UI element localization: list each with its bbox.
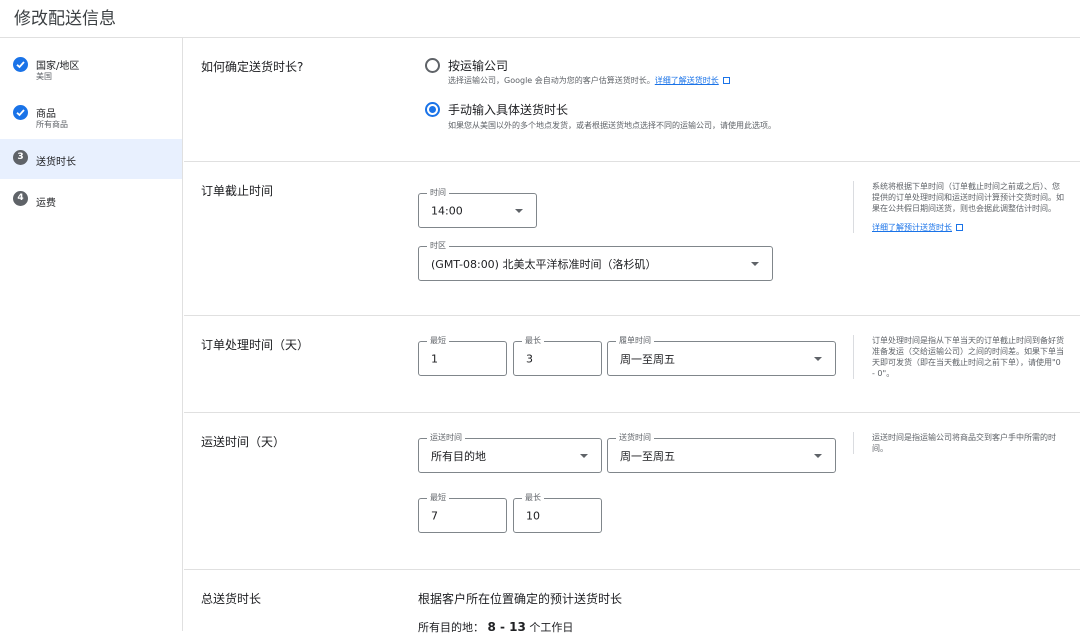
chevron-down-icon <box>814 453 822 458</box>
help-text: 系统将根据下单时间（订单截止时间之前或之后）、您提供的订单处理时间和运送时间计算… <box>853 181 1065 233</box>
help-text: 运送时间是指运输公司将商品交到客户手中所需的时间。 <box>853 432 1065 454</box>
step-label: 运费 <box>36 198 56 209</box>
destination-select[interactable]: 运送时间 所有目的地 <box>418 433 602 473</box>
section-total: 总送货时长 根据客户所在位置确定的预计送货时长 所有目的地： 8 - 13 个工… <box>184 570 1080 634</box>
total-description: 根据客户所在位置确定的预计送货时长 <box>418 592 623 606</box>
learn-more-link[interactable]: 详细了解送货时长 <box>655 76 719 85</box>
handling-min-input[interactable]: 最短 1 <box>418 336 507 376</box>
fulfillment-days-select[interactable]: 履单时间 周一至周五 <box>607 336 836 376</box>
chevron-down-icon <box>814 356 822 361</box>
section-title: 运送时间（天） <box>201 435 286 449</box>
learn-more-link[interactable]: 详细了解预计送货时长 <box>872 222 1065 233</box>
step-country[interactable]: 国家/地区 美国 <box>0 46 182 86</box>
step-delivery-time[interactable]: 3 送货时长 <box>0 139 182 179</box>
section-title: 如何确定送货时长? <box>201 60 304 74</box>
chevron-down-icon <box>751 261 759 266</box>
radio-label: 按运输公司 <box>448 59 509 73</box>
step-sublabel: 所有商品 <box>36 120 68 129</box>
check-circle-icon <box>13 57 28 72</box>
help-text: 订单处理时间是指从下单当天的订单截止时间到备好货准备发运（交给运输公司）之间的时… <box>853 335 1065 379</box>
step-products[interactable]: 商品 所有商品 <box>0 94 182 134</box>
section-handling: 订单处理时间（天） 最短 1 最长 3 履单时间 周一至周五 订单处理时间是指从… <box>184 316 1080 413</box>
external-link-icon <box>956 224 963 231</box>
section-title: 订单处理时间（天） <box>201 338 310 352</box>
section-title: 订单截止时间 <box>201 184 274 198</box>
transit-days-select[interactable]: 送货时间 周一至周五 <box>607 433 836 473</box>
section-transit: 运送时间（天） 运送时间 所有目的地 送货时间 周一至周五 最短 7 最长 10… <box>184 413 1080 570</box>
radio-label: 手动输入具体送货时长 <box>448 103 569 117</box>
radio-description: 如果您从美国以外的多个地点发货，或者根据送货地点选择不同的运输公司，请使用此选项… <box>448 121 776 130</box>
chevron-down-icon <box>580 453 588 458</box>
step-sublabel: 美国 <box>36 72 52 81</box>
section-cutoff: 订单截止时间 时间 14:00 时区 (GMT-08:00) 北美太平洋标准时间… <box>184 162 1080 316</box>
time-select[interactable]: 时间 14:00 <box>418 188 537 228</box>
transit-max-input[interactable]: 最长 10 <box>513 493 602 533</box>
step-sidebar: 国家/地区 美国 商品 所有商品 3 送货时长 4 运费 <box>0 38 183 631</box>
check-circle-icon <box>13 105 28 120</box>
radio-manual[interactable] <box>425 102 440 117</box>
total-estimate: 所有目的地： 8 - 13 个工作日 <box>418 620 574 634</box>
radio-description: 选择运输公司，Google 会自动为您的客户估算送货时长。详细了解送货时长 <box>448 75 730 86</box>
transit-min-input[interactable]: 最短 7 <box>418 493 507 533</box>
page-header: 修改配送信息 <box>0 0 1080 38</box>
radio-carrier[interactable] <box>425 58 440 73</box>
step-label: 商品 <box>36 109 56 120</box>
step-number-icon: 3 <box>13 150 28 165</box>
external-link-icon <box>722 77 730 84</box>
section-method: 如何确定送货时长? 按运输公司 选择运输公司，Google 会自动为您的客户估算… <box>184 38 1080 162</box>
chevron-down-icon <box>515 208 523 213</box>
step-shipping-cost[interactable]: 4 运费 <box>0 180 182 220</box>
timezone-select[interactable]: 时区 (GMT-08:00) 北美太平洋标准时间（洛杉矶） <box>418 241 773 281</box>
step-label: 送货时长 <box>36 157 76 168</box>
step-number-icon: 4 <box>13 191 28 206</box>
section-title: 总送货时长 <box>201 592 262 606</box>
main-content: 如何确定送货时长? 按运输公司 选择运输公司，Google 会自动为您的客户估算… <box>184 38 1080 634</box>
handling-max-input[interactable]: 最长 3 <box>513 336 602 376</box>
step-label: 国家/地区 <box>36 61 80 72</box>
page-title: 修改配送信息 <box>14 9 116 29</box>
